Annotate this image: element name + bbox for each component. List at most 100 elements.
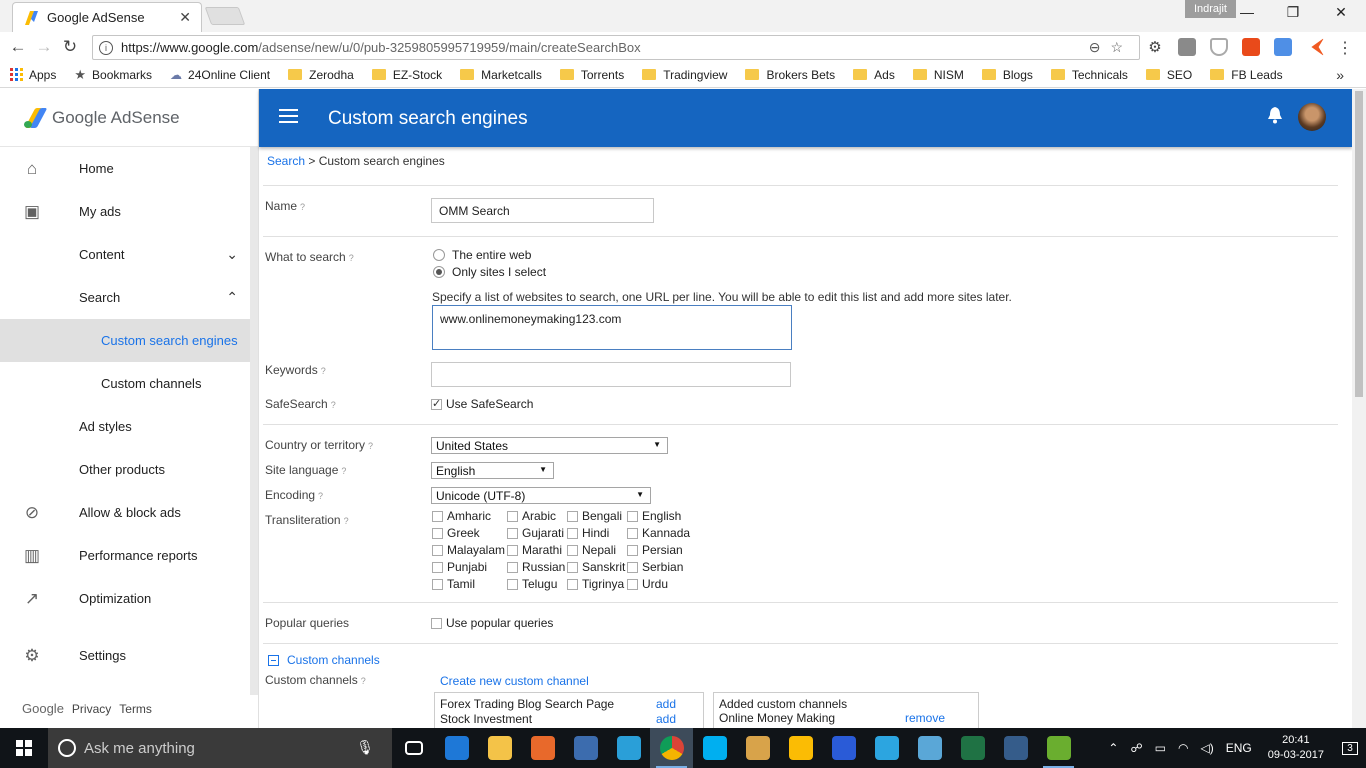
help-icon[interactable]: ? xyxy=(300,202,305,212)
restore-button[interactable]: ❐ xyxy=(1270,4,1316,21)
bookmark-24online-client[interactable]: ☁ 24Online Client xyxy=(170,68,270,82)
translit-checkbox-urdu[interactable]: Urdu xyxy=(627,577,697,591)
name-input[interactable]: OMM Search xyxy=(431,198,654,223)
tab-close-icon[interactable]: ✕ xyxy=(179,9,191,26)
taskbar-internet-explorer-icon[interactable] xyxy=(607,728,650,768)
bookmark-nism[interactable]: NISM xyxy=(912,68,964,82)
bookmark-marketcalls[interactable]: Marketcalls xyxy=(460,68,542,82)
translit-checkbox-english[interactable]: English xyxy=(627,509,697,523)
gear-extension-icon[interactable]: ⚙ xyxy=(1146,38,1164,56)
translit-checkbox-punjabi[interactable]: Punjabi xyxy=(432,560,507,574)
sidebar-item-custom-search-engines[interactable]: Custom search engines xyxy=(0,319,258,362)
terms-link[interactable]: Terms xyxy=(119,702,152,716)
translit-checkbox-persian[interactable]: Persian xyxy=(627,543,697,557)
bookmark-blogs[interactable]: Blogs xyxy=(981,68,1033,82)
translit-checkbox-arabic[interactable]: Arabic xyxy=(507,509,567,523)
bookmark-torrents[interactable]: Torrents xyxy=(559,68,624,82)
microphone-icon[interactable]: 🎙 xyxy=(356,739,374,756)
sidebar-item-settings[interactable]: ⚙ Settings xyxy=(0,634,258,677)
checkbox[interactable] xyxy=(627,527,638,539)
bookmark-tradingview[interactable]: Tradingview xyxy=(642,68,727,82)
create-channel-link[interactable]: Create new custom channel xyxy=(440,674,589,688)
taskbar-thunderbird-icon[interactable] xyxy=(564,728,607,768)
sidebar-item-other-products[interactable]: Other products xyxy=(0,448,258,491)
checkbox[interactable] xyxy=(432,578,443,590)
sidebar-item-home[interactable]: ⌂ Home xyxy=(0,147,258,190)
language-select[interactable]: English ▼ xyxy=(431,462,554,479)
translit-checkbox-sanskrit[interactable]: Sanskrit xyxy=(567,560,627,574)
checkbox[interactable] xyxy=(567,527,578,539)
taskbar-file-explorer-icon[interactable] xyxy=(478,728,521,768)
help-icon[interactable]: ? xyxy=(349,253,354,263)
notifications-bell-icon[interactable] xyxy=(1268,107,1282,129)
sidebar-item-allow-block-ads[interactable]: ⊘ Allow & block ads xyxy=(0,491,258,534)
checkbox[interactable] xyxy=(432,527,443,539)
network-icon[interactable]: ☍ xyxy=(1130,741,1142,755)
browser-tab[interactable]: Google AdSense ✕ xyxy=(12,2,202,32)
site-info-icon[interactable]: i xyxy=(99,40,113,55)
extension-badge-icon[interactable] xyxy=(1242,38,1260,56)
address-bar[interactable]: i https://www.google.com/adsense/new/u/0… xyxy=(92,35,1140,60)
clock[interactable]: 20:41 09-03-2017 xyxy=(1268,733,1324,763)
chevron-up-icon[interactable]: ⌃ xyxy=(226,289,238,306)
taskbar-paint-icon[interactable] xyxy=(736,728,779,768)
translit-checkbox-malayalam[interactable]: Malayalam xyxy=(432,543,507,557)
privacy-link[interactable]: Privacy xyxy=(72,702,111,716)
help-icon[interactable]: ? xyxy=(318,491,323,501)
checkbox[interactable] xyxy=(507,578,518,590)
taskbar-edge-icon[interactable] xyxy=(435,728,478,768)
remove-channel-link[interactable]: remove xyxy=(905,711,945,726)
bookmark-ads[interactable]: Ads xyxy=(853,68,895,82)
translit-checkbox-nepali[interactable]: Nepali xyxy=(567,543,627,557)
checkbox[interactable] xyxy=(627,561,638,573)
translit-checkbox-amharic[interactable]: Amharic xyxy=(432,509,507,523)
wifi-icon[interactable]: ◠ xyxy=(1178,741,1188,755)
scrollbar-thumb[interactable] xyxy=(1355,91,1363,397)
volume-icon[interactable]: ◁) xyxy=(1200,741,1213,755)
translit-checkbox-serbian[interactable]: Serbian xyxy=(627,560,697,574)
help-icon[interactable]: ? xyxy=(331,400,336,410)
radio-circle[interactable] xyxy=(433,249,445,261)
keywords-input[interactable] xyxy=(431,362,791,387)
checkbox[interactable] xyxy=(567,510,578,522)
minimize-button[interactable]: — xyxy=(1224,4,1270,20)
checkbox[interactable] xyxy=(432,510,443,522)
sidebar-item-my-ads[interactable]: ▣ My ads xyxy=(0,190,258,233)
help-icon[interactable]: ? xyxy=(321,366,326,376)
checkbox[interactable] xyxy=(432,544,443,556)
encoding-select[interactable]: Unicode (UTF-8) ▼ xyxy=(431,487,651,504)
sidebar-item-ad-styles[interactable]: Ad styles xyxy=(0,405,258,448)
sidebar-brand[interactable]: Google AdSense xyxy=(0,89,258,147)
extension-blue-icon[interactable] xyxy=(1274,38,1292,56)
help-icon[interactable]: ? xyxy=(361,676,366,686)
translit-checkbox-bengali[interactable]: Bengali xyxy=(567,509,627,523)
taskbar-app-moon-icon[interactable] xyxy=(822,728,865,768)
forward-icon[interactable]: → xyxy=(31,37,57,57)
bookmark-apps[interactable]: Apps xyxy=(10,68,56,82)
sidebar-scrollbar[interactable] xyxy=(250,147,258,695)
taskbar-notes-icon[interactable] xyxy=(908,728,951,768)
checkbox[interactable] xyxy=(627,510,638,522)
translit-checkbox-tamil[interactable]: Tamil xyxy=(432,577,507,591)
translit-checkbox-telugu[interactable]: Telugu xyxy=(507,577,567,591)
translit-checkbox-greek[interactable]: Greek xyxy=(432,526,507,540)
reload-icon[interactable]: ↻ xyxy=(57,37,83,57)
breadcrumb-search-link[interactable]: Search xyxy=(267,154,305,168)
checkbox[interactable] xyxy=(507,561,518,573)
checkbox[interactable] xyxy=(627,544,638,556)
sidebar-item-search[interactable]: Search ⌃ xyxy=(0,276,258,319)
close-window-button[interactable]: ✕ xyxy=(1318,4,1364,21)
popular-queries-checkbox[interactable]: Use popular queries xyxy=(431,616,553,630)
menu-icon[interactable] xyxy=(279,109,298,127)
language-indicator[interactable]: ENG xyxy=(1226,741,1252,755)
taskbar-chrome-icon[interactable] xyxy=(650,728,693,768)
radio-circle-selected[interactable] xyxy=(433,266,445,278)
checkbox[interactable] xyxy=(567,578,578,590)
help-icon[interactable]: ? xyxy=(344,516,349,526)
checkbox[interactable] xyxy=(507,510,518,522)
avatar[interactable] xyxy=(1298,103,1326,131)
sidebar-item-performance-reports[interactable]: ▥ Performance reports xyxy=(0,534,258,577)
help-icon[interactable]: ? xyxy=(368,441,373,451)
add-channel-link[interactable]: add xyxy=(656,697,676,712)
checkbox[interactable] xyxy=(567,561,578,573)
